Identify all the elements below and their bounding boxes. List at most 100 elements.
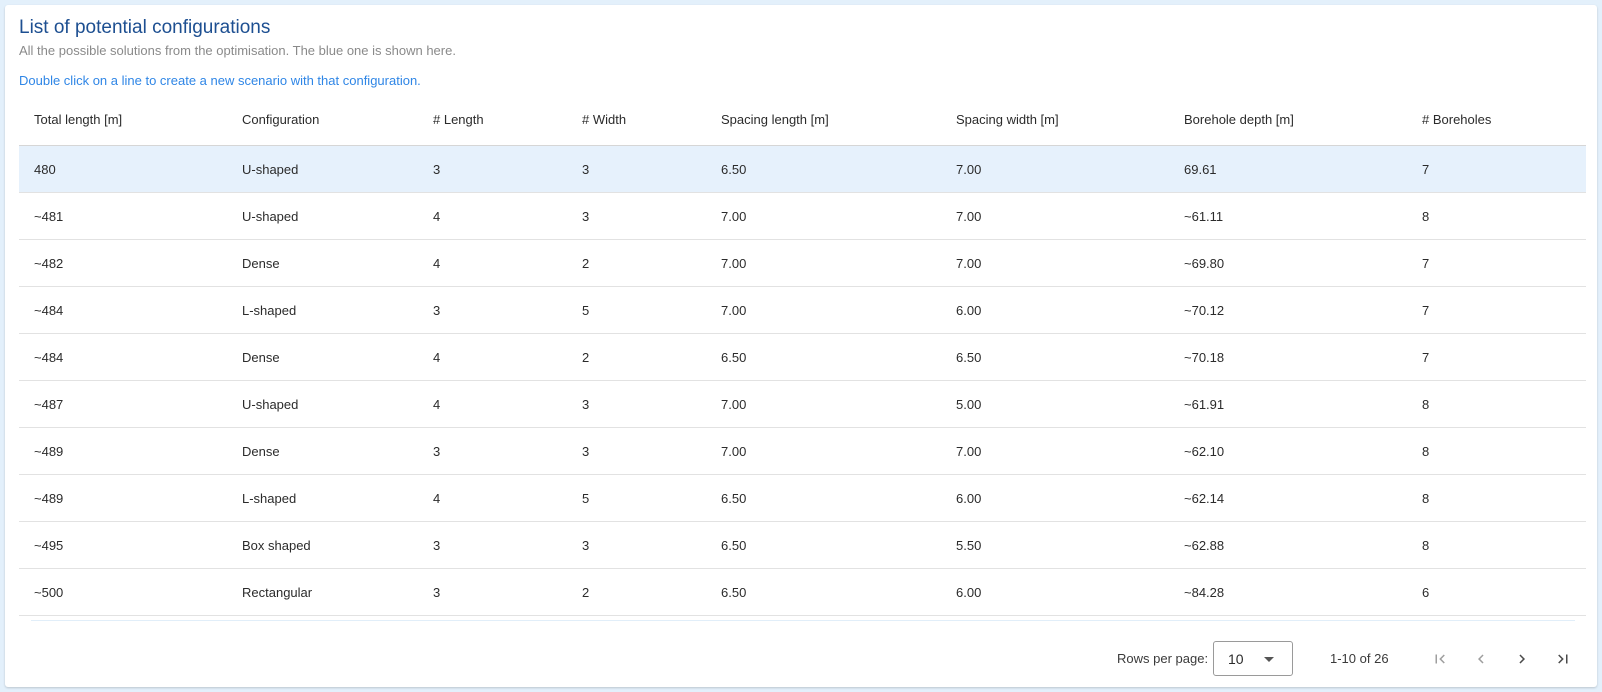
cell-spacing-width: 6.00 bbox=[956, 490, 982, 506]
cell-spacing-length: 7.00 bbox=[721, 443, 747, 459]
cell-length-count: 4 bbox=[433, 208, 441, 224]
table-row[interactable]: ~482 Dense 4 2 7.00 7.00 ~69.80 7 bbox=[19, 240, 1586, 287]
table-row[interactable]: ~500 Rectangular 3 2 6.50 6.00 ~84.28 6 bbox=[19, 569, 1586, 616]
column-header-length-count[interactable]: # Length bbox=[433, 95, 484, 145]
cell-borehole-depth: ~61.11 bbox=[1184, 208, 1224, 224]
cell-borehole-depth: ~69.80 bbox=[1184, 255, 1225, 271]
cell-configuration: Box shaped bbox=[242, 537, 311, 553]
cell-total-length: ~481 bbox=[34, 208, 64, 224]
table-row[interactable]: ~487 U-shaped 4 3 7.00 5.00 ~61.91 8 bbox=[19, 381, 1586, 428]
cell-width-count: 3 bbox=[582, 443, 590, 459]
cell-borehole-depth: ~84.28 bbox=[1184, 584, 1225, 600]
cell-total-length: ~495 bbox=[34, 537, 64, 553]
cell-spacing-width: 7.00 bbox=[956, 255, 982, 271]
cell-width-count: 2 bbox=[582, 584, 590, 600]
chevron-left-icon bbox=[1478, 654, 1484, 664]
cell-borehole-depth: ~70.12 bbox=[1184, 302, 1225, 318]
table-row-selected[interactable]: 480 U-shaped 3 3 6.50 7.00 69.61 7 bbox=[19, 146, 1586, 193]
cell-width-count: 3 bbox=[582, 537, 590, 553]
table-row[interactable]: ~489 Dense 3 3 7.00 7.00 ~62.10 8 bbox=[19, 428, 1586, 475]
cell-borehole-depth: ~62.88 bbox=[1184, 537, 1225, 553]
rows-per-page-select[interactable]: 10 bbox=[1213, 641, 1293, 676]
cell-borehole-count: 7 bbox=[1422, 349, 1430, 365]
cell-spacing-width: 6.50 bbox=[956, 349, 982, 365]
table-row[interactable]: ~481 U-shaped 4 3 7.00 7.00 ~61.11 8 bbox=[19, 193, 1586, 240]
column-header-configuration[interactable]: Configuration bbox=[242, 95, 319, 145]
cell-borehole-count: 8 bbox=[1422, 537, 1430, 553]
column-header-total-length[interactable]: Total length [m] bbox=[34, 95, 122, 145]
cell-spacing-length: 6.50 bbox=[721, 349, 747, 365]
cell-length-count: 3 bbox=[433, 584, 441, 600]
cell-total-length: ~482 bbox=[34, 255, 64, 271]
cell-borehole-depth: ~61.91 bbox=[1184, 396, 1225, 412]
cell-spacing-width: 6.00 bbox=[956, 584, 982, 600]
cell-spacing-length: 6.50 bbox=[721, 490, 747, 506]
cell-spacing-width: 7.00 bbox=[956, 161, 982, 177]
table-row[interactable]: ~489 L-shaped 4 5 6.50 6.00 ~62.14 8 bbox=[19, 475, 1586, 522]
first-page-button[interactable] bbox=[1426, 645, 1454, 673]
cell-spacing-length: 7.00 bbox=[721, 396, 747, 412]
cell-length-count: 4 bbox=[433, 349, 441, 365]
cell-width-count: 3 bbox=[582, 396, 590, 412]
chevron-right-icon bbox=[1519, 654, 1525, 664]
table-row[interactable]: ~484 L-shaped 3 5 7.00 6.00 ~70.12 7 bbox=[19, 287, 1586, 334]
previous-page-button[interactable] bbox=[1467, 645, 1495, 673]
cell-borehole-count: 8 bbox=[1422, 443, 1430, 459]
cell-configuration: L-shaped bbox=[242, 490, 297, 506]
cell-borehole-count: 7 bbox=[1422, 302, 1430, 318]
cell-spacing-length: 7.00 bbox=[721, 302, 747, 318]
cell-spacing-length: 7.00 bbox=[721, 255, 747, 271]
pagination-bar: Rows per page: 10 1-10 of 26 bbox=[5, 641, 1597, 677]
cell-spacing-length: 6.50 bbox=[721, 537, 747, 553]
cell-length-count: 4 bbox=[433, 490, 441, 506]
last-page-button[interactable] bbox=[1549, 645, 1577, 673]
cell-configuration: Dense bbox=[242, 255, 280, 271]
cell-length-count: 3 bbox=[433, 161, 441, 177]
cell-total-length: 480 bbox=[34, 161, 56, 177]
cell-borehole-depth: ~62.10 bbox=[1184, 443, 1225, 459]
cell-total-length: ~484 bbox=[34, 302, 64, 318]
configurations-panel: List of potential configurations All the… bbox=[5, 5, 1597, 687]
configurations-table: Total length [m] Configuration # Length … bbox=[19, 95, 1586, 616]
rows-per-page-label: Rows per page: bbox=[1117, 651, 1209, 666]
cell-spacing-width: 5.50 bbox=[956, 537, 982, 553]
table-row[interactable]: ~495 Box shaped 3 3 6.50 5.50 ~62.88 8 bbox=[19, 522, 1586, 569]
cell-configuration: L-shaped bbox=[242, 302, 297, 318]
last-page-icon bbox=[1558, 654, 1568, 664]
table-row[interactable]: ~484 Dense 4 2 6.50 6.50 ~70.18 7 bbox=[19, 334, 1586, 381]
cell-spacing-width: 5.00 bbox=[956, 396, 982, 412]
cell-width-count: 3 bbox=[582, 161, 590, 177]
cell-configuration: Dense bbox=[242, 443, 280, 459]
cell-borehole-count: 6 bbox=[1422, 584, 1430, 600]
cell-borehole-count: 8 bbox=[1422, 208, 1430, 224]
column-header-width-count[interactable]: # Width bbox=[582, 95, 626, 145]
cell-total-length: ~500 bbox=[34, 584, 64, 600]
table-header-row: Total length [m] Configuration # Length … bbox=[19, 95, 1586, 146]
cell-total-length: ~489 bbox=[34, 490, 64, 506]
cell-width-count: 3 bbox=[582, 208, 590, 224]
pagination-range: 1-10 of 26 bbox=[1330, 651, 1389, 666]
column-header-borehole-count[interactable]: # Boreholes bbox=[1422, 95, 1491, 145]
cell-total-length: ~487 bbox=[34, 396, 64, 412]
cell-total-length: ~484 bbox=[34, 349, 64, 365]
cell-spacing-width: 7.00 bbox=[956, 443, 982, 459]
first-page-icon bbox=[1435, 654, 1445, 664]
cell-length-count: 3 bbox=[433, 302, 441, 318]
rows-per-page-value: 10 bbox=[1228, 651, 1244, 667]
column-header-borehole-depth[interactable]: Borehole depth [m] bbox=[1184, 95, 1294, 145]
column-header-spacing-length[interactable]: Spacing length [m] bbox=[721, 95, 829, 145]
cell-configuration: Dense bbox=[242, 349, 280, 365]
cell-length-count: 3 bbox=[433, 537, 441, 553]
cell-width-count: 5 bbox=[582, 302, 590, 318]
column-header-spacing-width[interactable]: Spacing width [m] bbox=[956, 95, 1059, 145]
panel-title: List of potential configurations bbox=[19, 17, 271, 38]
cell-borehole-count: 8 bbox=[1422, 396, 1430, 412]
next-page-button[interactable] bbox=[1508, 645, 1536, 673]
cell-length-count: 3 bbox=[433, 443, 441, 459]
cell-borehole-depth: ~70.18 bbox=[1184, 349, 1225, 365]
cell-configuration: U-shaped bbox=[242, 396, 299, 412]
table-body: 480 U-shaped 3 3 6.50 7.00 69.61 7 ~481 U-shaped 4… bbox=[19, 146, 1586, 616]
cell-width-count: 2 bbox=[582, 255, 590, 271]
cell-borehole-count: 7 bbox=[1422, 161, 1430, 177]
cell-borehole-count: 8 bbox=[1422, 490, 1430, 506]
